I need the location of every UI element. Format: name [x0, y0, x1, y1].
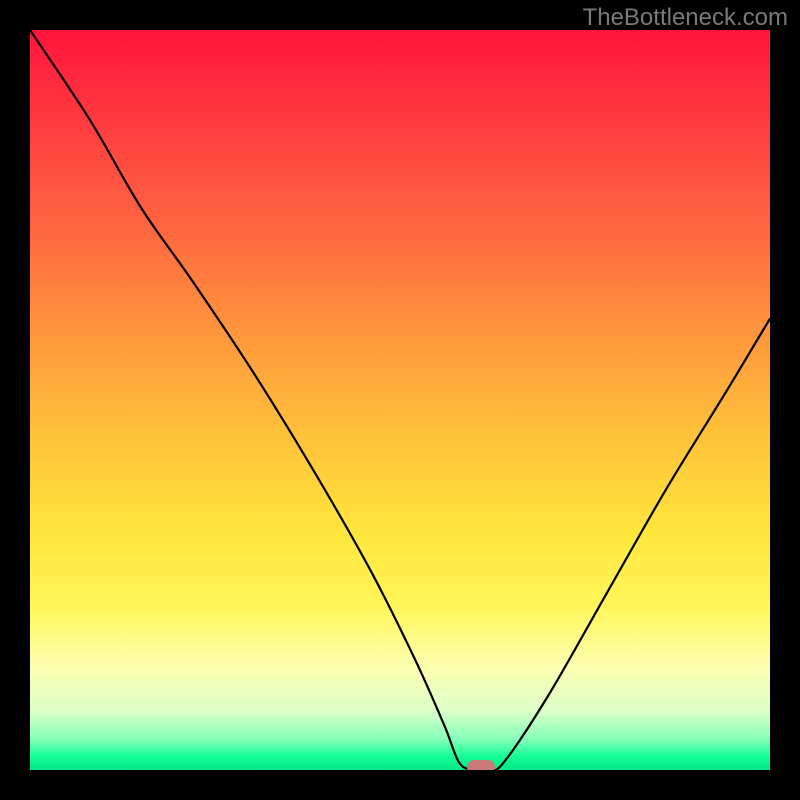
bottleneck-curve-line: [30, 30, 770, 770]
watermark-text: TheBottleneck.com: [583, 4, 788, 32]
chart-curve-svg: [30, 30, 770, 770]
chart-plot-area: [30, 30, 770, 770]
optimal-point-marker: [467, 760, 495, 770]
